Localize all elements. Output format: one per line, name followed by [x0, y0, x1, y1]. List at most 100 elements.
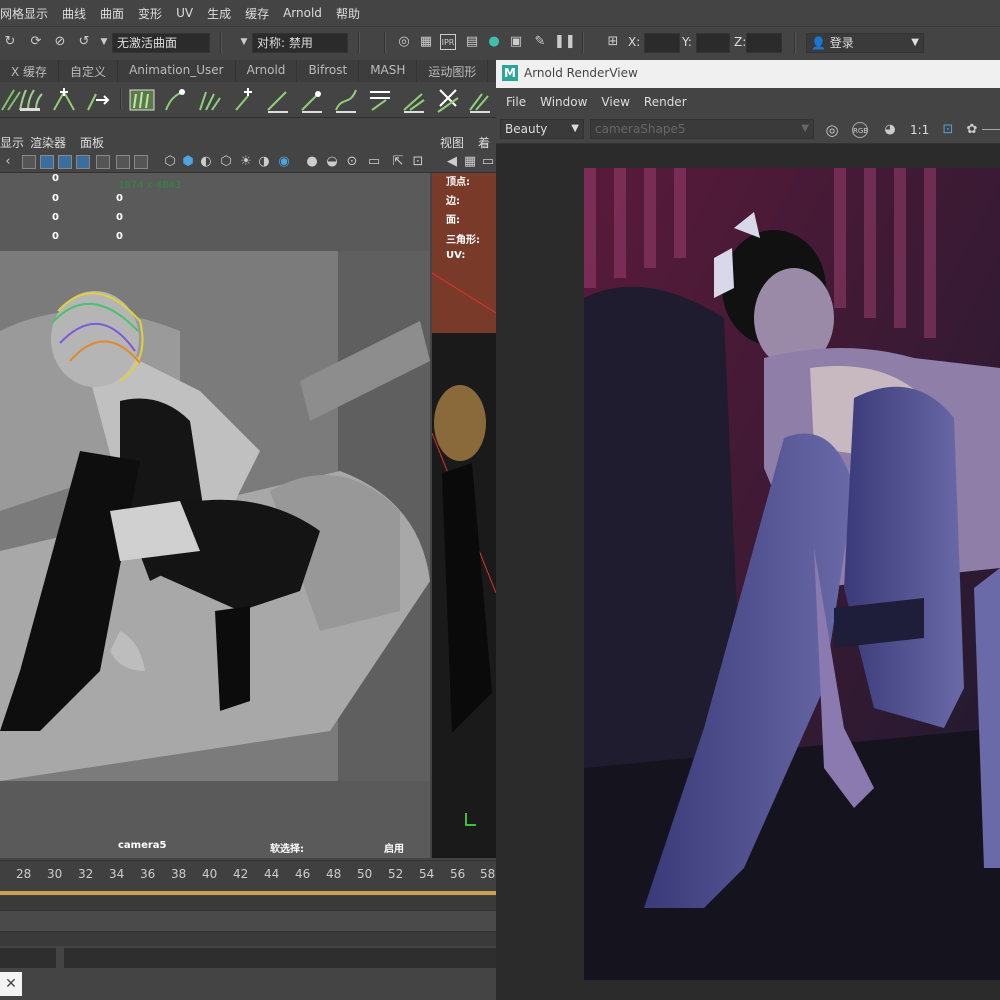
- exposure-slider[interactable]: [982, 129, 1000, 130]
- render-view-icon[interactable]: ◎: [396, 34, 412, 50]
- motion-blur-icon[interactable]: ⊙: [344, 154, 360, 170]
- vp2-menu-view[interactable]: 视图: [440, 134, 464, 151]
- arnold-ipr-icon[interactable]: ✎: [532, 34, 548, 50]
- chevron-left-icon[interactable]: ‹: [0, 154, 16, 170]
- transform-icon[interactable]: ⊞: [605, 34, 621, 50]
- pause-icon[interactable]: ❚❚: [554, 34, 576, 50]
- camera-icon[interactable]: ⊡: [410, 154, 426, 170]
- snap-curve-icon[interactable]: ↻: [2, 34, 18, 50]
- shaded-icon[interactable]: [58, 155, 72, 169]
- chevron-down-icon[interactable]: ▼: [96, 34, 112, 50]
- xgen-add-icon[interactable]: [230, 86, 258, 114]
- symmetry-field[interactable]: 对称: 禁用: [252, 33, 348, 53]
- command-type-field[interactable]: [0, 948, 56, 968]
- xgen-add-guide-icon[interactable]: [50, 86, 78, 114]
- menu-generate[interactable]: 生成: [207, 5, 231, 22]
- xgen-clump-icon[interactable]: [434, 86, 462, 114]
- shelf-tab-motion-graphics[interactable]: 运动图形: [417, 60, 489, 82]
- grid-icon[interactable]: [22, 155, 36, 169]
- menu-mesh-display[interactable]: 网格显示: [0, 5, 48, 22]
- command-input[interactable]: [64, 948, 500, 968]
- rv-menu-view[interactable]: View: [601, 95, 629, 109]
- menu-uv[interactable]: UV: [176, 6, 193, 20]
- vp-menu-show[interactable]: 显示: [0, 134, 24, 151]
- rv-menu-file[interactable]: File: [506, 95, 526, 109]
- dof-icon[interactable]: ◒: [324, 154, 340, 170]
- menu-surfaces[interactable]: 曲面: [100, 5, 124, 22]
- vp2-menu-shading[interactable]: 着: [478, 134, 490, 151]
- rgb-icon[interactable]: RGB: [852, 122, 868, 138]
- xgen-noise-icon[interactable]: [366, 86, 394, 114]
- crop-region-icon[interactable]: ⊡: [940, 122, 956, 138]
- render-settings-icon[interactable]: ▤: [464, 34, 480, 50]
- aov-dropdown[interactable]: Beauty ▼: [500, 119, 584, 139]
- snap-surface-icon[interactable]: ↺: [76, 34, 92, 50]
- vp-menu-renderer[interactable]: 渲染器: [30, 134, 66, 151]
- shadow-icon[interactable]: ◑: [256, 154, 272, 170]
- light-icon[interactable]: ☀: [238, 154, 254, 170]
- smooth-shade-icon[interactable]: ◐: [198, 154, 214, 170]
- range-track[interactable]: [0, 910, 496, 932]
- range-slider[interactable]: [0, 896, 496, 946]
- texture-cube-icon[interactable]: ⬡: [218, 154, 234, 170]
- y-field[interactable]: [696, 33, 730, 53]
- shelf-tab-cache[interactable]: X 缓存: [0, 60, 60, 82]
- cube-icon[interactable]: ⬡: [162, 154, 178, 170]
- xgen-length-icon[interactable]: [264, 86, 292, 114]
- xgen-spline-icon[interactable]: [162, 86, 190, 114]
- arnold-render-icon[interactable]: ▣: [508, 34, 524, 50]
- live-surface-field[interactable]: 无激活曲面: [112, 33, 210, 53]
- shelf-tab-animation-user[interactable]: Animation_User: [118, 60, 236, 82]
- second-viewport[interactable]: 顶点: 边: 面: 三角形: UV:: [432, 173, 496, 858]
- rv-menu-render[interactable]: Render: [644, 95, 687, 109]
- menu-help[interactable]: 帮助: [336, 5, 360, 22]
- xgen-smooth-icon[interactable]: [400, 86, 428, 114]
- snap-view-icon[interactable]: ⊘: [52, 34, 68, 50]
- resolution-gate-icon[interactable]: ▭: [480, 154, 496, 170]
- camera-record-icon[interactable]: ◀: [444, 154, 460, 170]
- snap-point-icon[interactable]: ⟳: [28, 34, 44, 50]
- shadows-icon[interactable]: [116, 155, 130, 169]
- exposure-icon[interactable]: ◕: [882, 122, 898, 138]
- shelf-tab-mash[interactable]: MASH: [359, 60, 418, 82]
- renderview-titlebar[interactable]: M Arnold RenderView: [496, 60, 1000, 88]
- close-icon[interactable]: ✕: [0, 972, 22, 996]
- menu-cache[interactable]: 缓存: [245, 5, 269, 22]
- settings-icon[interactable]: ✿: [964, 122, 980, 138]
- xray-icon[interactable]: ◉: [276, 154, 292, 170]
- menu-deform[interactable]: 变形: [138, 5, 162, 22]
- xgen-grass-icon[interactable]: [16, 86, 44, 114]
- ipr-icon[interactable]: IPR: [440, 34, 456, 50]
- shelf-tab-bifrost[interactable]: Bifrost: [297, 60, 360, 82]
- xgen-grass-icon[interactable]: [128, 86, 156, 114]
- wireframe-icon[interactable]: [40, 155, 54, 169]
- sphere-icon[interactable]: ●: [304, 154, 320, 170]
- time-slider[interactable]: 28 30 32 34 36 38 40 42 44 46 48 50 52 5…: [0, 860, 496, 896]
- shelf-tab-arnold[interactable]: Arnold: [236, 60, 298, 82]
- x-field[interactable]: [644, 33, 680, 53]
- film-gate-icon[interactable]: ▦: [462, 154, 478, 170]
- ao-icon[interactable]: [134, 155, 148, 169]
- perspective-viewport[interactable]: 0 0 0 0 0 0 0 0 0 1874 x 4843 camera5 软选…: [0, 173, 430, 858]
- zoom-ratio[interactable]: 1:1: [910, 123, 929, 137]
- chevron-down-icon[interactable]: ▼: [236, 34, 252, 50]
- xgen-export-icon[interactable]: [84, 86, 112, 114]
- textured-icon[interactable]: [76, 155, 90, 169]
- xgen-comb-icon[interactable]: [196, 86, 224, 114]
- isolate-icon[interactable]: ▭: [366, 154, 382, 170]
- xgen-bend-icon[interactable]: [332, 86, 360, 114]
- menu-arnold[interactable]: Arnold: [283, 6, 322, 20]
- rv-menu-window[interactable]: Window: [540, 95, 587, 109]
- hypershade-icon[interactable]: ●: [486, 34, 502, 50]
- rendered-image[interactable]: [584, 168, 1000, 980]
- login-dropdown[interactable]: 👤 登录 ▼: [806, 33, 924, 53]
- select-icon[interactable]: ⇱: [390, 154, 406, 170]
- menu-curves[interactable]: 曲线: [62, 5, 86, 22]
- camera-dropdown[interactable]: cameraShape5 ▼: [590, 119, 814, 139]
- render-icon[interactable]: ◎: [824, 122, 840, 138]
- lights-icon[interactable]: [96, 155, 110, 169]
- xgen-density-icon[interactable]: [466, 86, 494, 114]
- vp-menu-panels[interactable]: 面板: [80, 134, 104, 151]
- shaded-cube-icon[interactable]: ⬢: [180, 154, 196, 170]
- shelf-tab-custom[interactable]: 自定义: [59, 60, 119, 82]
